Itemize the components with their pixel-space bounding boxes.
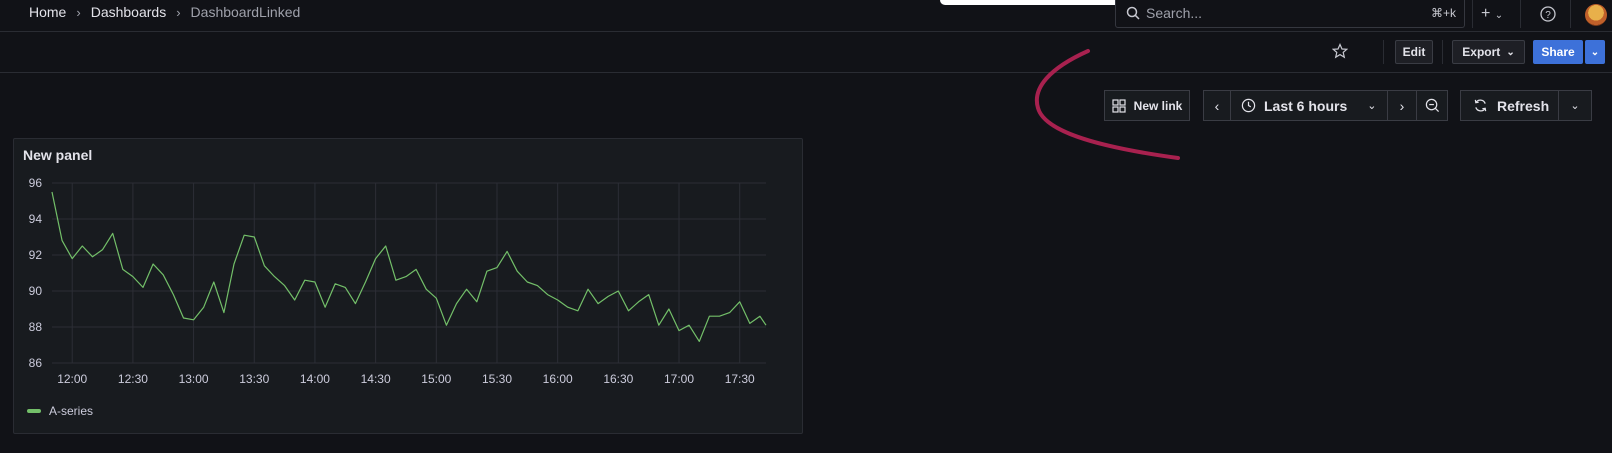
panel-title[interactable]: New panel — [23, 147, 92, 163]
x-tick-label: 15:00 — [421, 372, 451, 386]
top-bar: Home › Dashboards › DashboardLinked Sear… — [0, 0, 1612, 32]
refresh-button[interactable]: Refresh — [1460, 90, 1559, 121]
avatar[interactable] — [1585, 4, 1607, 26]
breadcrumb-dashboards[interactable]: Dashboards — [91, 4, 167, 20]
panel[interactable]: New panel 96 94 92 90 88 86 12:00 12:30 13:00 13:… — [13, 138, 803, 434]
breadcrumb-home[interactable]: Home — [29, 4, 66, 20]
legend: A-series — [27, 404, 93, 418]
zoom-out-icon — [1425, 98, 1439, 113]
x-tick-label: 14:30 — [361, 372, 391, 386]
svg-text:?: ? — [1545, 10, 1551, 21]
share-button[interactable]: Share — [1533, 40, 1583, 64]
edit-button[interactable]: Edit — [1395, 40, 1433, 64]
legend-label[interactable]: A-series — [49, 404, 93, 418]
divider — [1383, 40, 1384, 64]
chevron-down-icon: ⌄ — [1570, 100, 1580, 112]
clock-icon — [1241, 98, 1256, 113]
x-tick-label: 14:00 — [300, 372, 330, 386]
help-icon[interactable]: ? — [1540, 6, 1556, 22]
time-range-label: Last 6 hours — [1264, 97, 1348, 114]
y-tick-label: 92 — [29, 248, 43, 262]
divider — [1520, 0, 1521, 28]
divider — [1570, 0, 1571, 28]
chevron-right-icon: › — [176, 4, 181, 20]
x-tick-label: 17:00 — [664, 372, 694, 386]
refresh-icon — [1474, 99, 1487, 112]
export-button[interactable]: Export ⌄ — [1452, 40, 1525, 64]
search-input[interactable]: Search... ⌘+k — [1115, 0, 1465, 28]
x-tick-label: 16:00 — [543, 372, 573, 386]
star-icon[interactable] — [1332, 43, 1348, 59]
search-icon — [1126, 6, 1140, 20]
time-series-chart[interactable]: 96 94 92 90 88 86 12:00 12:30 13:00 13:30 14:00 14:… — [14, 169, 802, 419]
plus-icon[interactable]: + ⌄ — [1481, 5, 1503, 23]
breadcrumb-current: DashboardLinked — [190, 4, 301, 20]
refresh-label: Refresh — [1497, 97, 1550, 114]
time-forward-button[interactable]: › — [1387, 90, 1417, 121]
chevron-down-icon: ⌄ — [1506, 46, 1515, 58]
y-tick-label: 86 — [29, 356, 43, 370]
new-link-label: New link — [1133, 98, 1183, 113]
chevron-right-icon: › — [1399, 97, 1405, 114]
dashboard-toolbar: Edit Export ⌄ Share ⌄ — [0, 32, 1612, 73]
series-line — [51, 191, 767, 342]
x-tick-label: 12:30 — [118, 372, 148, 386]
x-tick-label: 16:30 — [603, 372, 633, 386]
chevron-down-icon: ⌄ — [1494, 10, 1504, 21]
export-label: Export — [1462, 45, 1501, 59]
refresh-interval-button[interactable]: ⌄ — [1558, 90, 1592, 121]
divider — [1442, 40, 1443, 64]
new-link-button[interactable]: New link — [1104, 90, 1190, 121]
time-range-picker[interactable]: Last 6 hours ⌄ — [1230, 90, 1388, 121]
y-tick-label: 96 — [29, 176, 43, 190]
grid-icon — [1112, 98, 1126, 113]
y-tick-label: 94 — [29, 212, 43, 226]
x-tick-label: 13:30 — [239, 372, 269, 386]
chevron-left-icon: ‹ — [1214, 97, 1220, 114]
share-menu-button[interactable]: ⌄ — [1585, 40, 1605, 64]
chevron-down-icon: ⌄ — [1590, 46, 1600, 58]
x-tick-label: 12:00 — [57, 372, 87, 386]
chevron-down-icon: ⌄ — [1367, 100, 1377, 112]
x-tick-label: 17:30 — [725, 372, 755, 386]
y-tick-label: 90 — [29, 284, 43, 298]
zoom-out-button[interactable] — [1416, 90, 1448, 121]
x-tick-label: 15:30 — [482, 372, 512, 386]
time-back-button[interactable]: ‹ — [1203, 90, 1231, 121]
legend-swatch — [27, 409, 41, 413]
search-shortcut: ⌘+k — [1430, 6, 1456, 20]
chevron-right-icon: › — [76, 4, 81, 20]
divider — [1472, 0, 1473, 28]
search-placeholder: Search... — [1146, 5, 1203, 21]
x-tick-label: 13:00 — [179, 372, 209, 386]
breadcrumb: Home › Dashboards › DashboardLinked — [29, 4, 300, 20]
y-tick-label: 88 — [29, 320, 43, 334]
